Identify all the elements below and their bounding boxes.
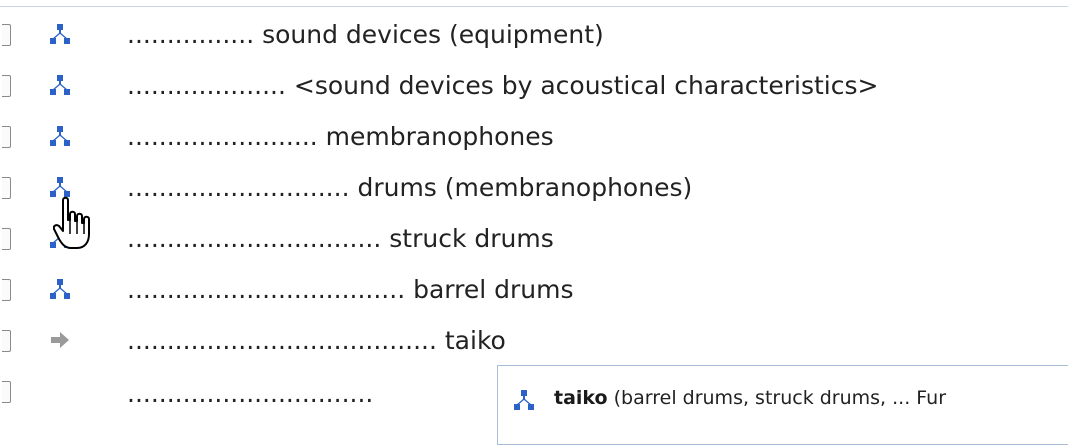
popup-title[interactable]: taiko	[554, 387, 608, 409]
popup-label: taiko (barrel drums, struck drums, ... F…	[554, 385, 946, 411]
term-link[interactable]: ................................... barr…	[127, 275, 573, 305]
row-select-checkbox[interactable]	[2, 24, 11, 46]
hierarchy-row: ........................ membranophones	[0, 114, 1068, 164]
arrow-right-icon	[51, 332, 69, 348]
popup-context: (barrel drums, struck drums, ... Fur	[607, 387, 947, 409]
hierarchy-row: ................................ struck …	[0, 216, 1068, 266]
hand-cursor-icon	[53, 196, 90, 249]
hierarchy-row: ....................................... …	[0, 318, 1068, 368]
term-link[interactable]: ........................ membranophones	[127, 122, 554, 152]
hierarchy-icon	[514, 390, 534, 410]
term-link[interactable]: ................ sound devices (equipmen…	[127, 20, 604, 50]
row-select-checkbox[interactable]	[2, 279, 11, 301]
hierarchy-icon[interactable]	[50, 279, 70, 299]
panel-top-border	[0, 6, 1068, 7]
row-select-checkbox[interactable]	[2, 126, 11, 148]
term-link[interactable]: .................... <sound devices by a…	[127, 71, 878, 101]
row-select-checkbox[interactable]	[2, 330, 11, 352]
hierarchy-row: ................ sound devices (equipmen…	[0, 12, 1068, 62]
row-select-checkbox[interactable]	[2, 75, 11, 97]
row-select-checkbox[interactable]	[2, 381, 11, 403]
term-link[interactable]: ............................ drums (memb…	[127, 173, 692, 203]
term-link[interactable]: ................................ struck …	[127, 224, 554, 254]
hierarchy-row: ................................... barr…	[0, 267, 1068, 317]
hierarchy-icon[interactable]	[50, 24, 70, 44]
hierarchy-icon[interactable]	[50, 75, 70, 95]
hierarchy-icon[interactable]	[50, 126, 70, 146]
term-link[interactable]: ....................................... …	[127, 326, 506, 356]
row-select-checkbox[interactable]	[2, 228, 11, 250]
term-dots: ...............................	[127, 379, 374, 408]
row-select-checkbox[interactable]	[2, 177, 11, 199]
hierarchy-icon[interactable]	[50, 177, 70, 197]
term-preview-popup[interactable]: taiko (barrel drums, struck drums, ... F…	[497, 365, 1068, 445]
hierarchy-row: ............................ drums (memb…	[0, 165, 1068, 215]
hierarchy-row: .................... <sound devices by a…	[0, 63, 1068, 113]
